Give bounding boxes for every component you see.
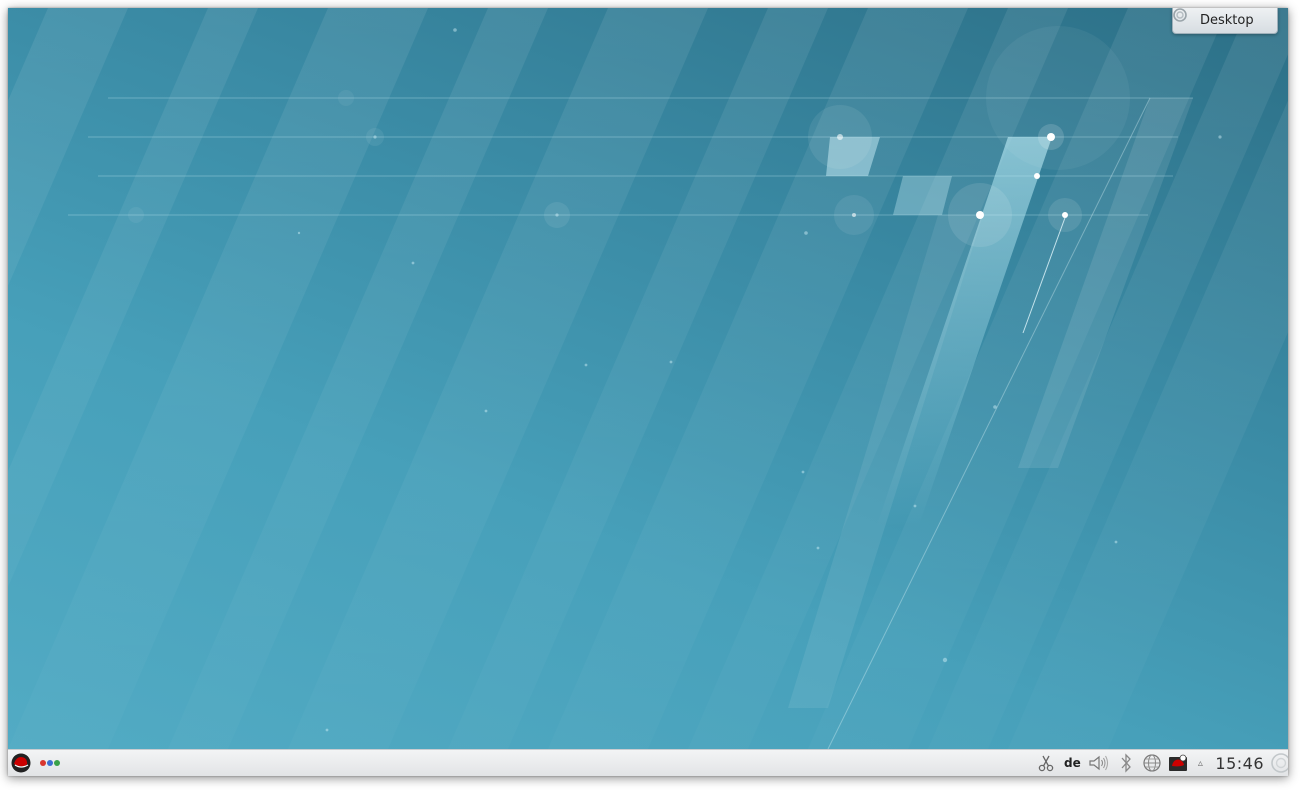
- speaker-icon[interactable]: [1085, 750, 1113, 776]
- desktop-screen: Desktop de ▵ 15:46: [8, 8, 1288, 776]
- scissors-icon[interactable]: [1033, 750, 1059, 776]
- wallpaper-graphic: [8, 8, 1288, 749]
- network-globe-icon[interactable]: [1139, 750, 1165, 776]
- bottom-panel: de ▵ 15:46: [8, 749, 1288, 776]
- panel-toolbox-icon[interactable]: [1268, 750, 1288, 776]
- digital-clock[interactable]: 15:46: [1209, 750, 1268, 776]
- plasma-cashew-icon: [1173, 8, 1193, 28]
- redhat-application-launcher-icon[interactable]: [11, 753, 31, 773]
- pager-desktop-1[interactable]: [40, 760, 46, 766]
- desktop-toolbox-button[interactable]: Desktop: [1172, 8, 1278, 34]
- chevron-up-icon[interactable]: ▵: [1191, 750, 1209, 776]
- virtual-desktop-pager[interactable]: [40, 760, 60, 766]
- keyboard-layout-indicator[interactable]: de: [1059, 750, 1085, 776]
- redhat-update-icon[interactable]: [1165, 750, 1191, 776]
- desktop-wallpaper[interactable]: Desktop: [8, 8, 1288, 749]
- desktop-toolbox-label: Desktop: [1200, 13, 1254, 28]
- system-tray: de ▵ 15:46: [1033, 750, 1288, 776]
- pager-desktop-2[interactable]: [47, 760, 53, 766]
- pager-desktop-3[interactable]: [54, 760, 60, 766]
- bluetooth-icon[interactable]: [1113, 750, 1139, 776]
